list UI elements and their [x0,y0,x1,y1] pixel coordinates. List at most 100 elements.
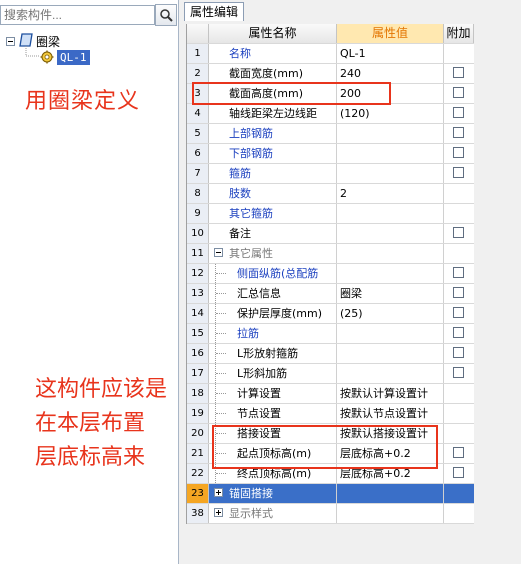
extra-cell [444,224,474,243]
extra-checkbox[interactable] [453,107,464,118]
table-row[interactable]: 14 保护层厚度(mm) (25) [187,304,474,324]
property-value[interactable] [337,344,444,363]
expand-icon[interactable] [214,488,223,497]
property-name: 锚固搭接 [209,484,337,503]
property-name: L形放射箍筋 [209,344,337,363]
property-name: 肢数 [209,184,337,203]
extra-checkbox[interactable] [453,467,464,478]
property-name: 下部钢筋 [209,144,337,163]
table-row[interactable]: 19 节点设置 按默认节点设置计 [187,404,474,424]
row-index: 11 [187,244,209,263]
beam-folder-icon [19,33,33,47]
extra-cell [444,264,474,283]
search-input[interactable] [0,5,155,25]
property-value[interactable] [337,124,444,143]
extra-checkbox[interactable] [453,67,464,78]
extra-checkbox[interactable] [453,147,464,158]
table-row[interactable]: 11 其它属性 [187,244,474,264]
annotation-note: 用圈梁定义 [25,89,141,114]
property-value[interactable] [337,364,444,383]
extra-checkbox[interactable] [453,167,464,178]
table-row[interactable]: 12 侧面纵筋(总配筋 [187,264,474,284]
property-value[interactable] [337,504,444,523]
table-row[interactable]: 18 计算设置 按默认计算设置计 [187,384,474,404]
property-value[interactable] [337,244,444,263]
property-name: 侧面纵筋(总配筋 [209,264,337,283]
property-value[interactable]: (25) [337,304,444,323]
row-index: 18 [187,384,209,403]
extra-checkbox[interactable] [453,327,464,338]
table-row[interactable]: 38 显示样式 [187,504,474,524]
table-row[interactable]: 8 肢数 2 [187,184,474,204]
extra-checkbox[interactable] [453,367,464,378]
tree-connector [215,344,228,363]
property-value[interactable] [337,164,444,183]
extra-checkbox[interactable] [453,227,464,238]
property-value[interactable]: 按默认计算设置计 [337,384,444,403]
extra-checkbox[interactable] [453,447,464,458]
property-value[interactable] [337,484,444,503]
property-value[interactable] [337,324,444,343]
extra-checkbox[interactable] [453,287,464,298]
property-name: 其它属性 [209,244,337,263]
row-index: 16 [187,344,209,363]
property-name: 名称 [209,44,337,63]
collapse-icon[interactable] [214,248,223,257]
property-name-text: 截面宽度(mm) [229,67,304,80]
property-name: 轴线距梁左边线距 [209,104,337,123]
table-row[interactable]: 2 截面宽度(mm) 240 [187,64,474,84]
extra-cell [444,324,474,343]
property-value[interactable] [337,264,444,283]
table-row[interactable]: 13 汇总信息 圈梁 [187,284,474,304]
table-row[interactable]: 23 锚固搭接 [187,484,474,504]
extra-cell [444,364,474,383]
table-row[interactable]: 10 备注 [187,224,474,244]
expand-icon[interactable] [214,508,223,517]
row-index: 2 [187,64,209,83]
tree-item-ql1[interactable]: QL-1 [57,50,90,65]
property-value[interactable] [337,224,444,243]
tree-connector [215,264,228,283]
extra-cell [444,164,474,183]
property-name: 拉筋 [209,324,337,343]
property-name-text: 其它箍筋 [229,207,273,220]
property-value[interactable]: 240 [337,64,444,83]
property-name-text: 其它属性 [229,247,273,260]
property-name-text: 上部钢筋 [229,127,273,140]
row-index: 12 [187,264,209,283]
property-value[interactable]: QL-1 [337,44,444,63]
table-row[interactable]: 9 其它箍筋 [187,204,474,224]
table-row[interactable]: 17 L形斜加筋 [187,364,474,384]
property-value[interactable] [337,204,444,223]
property-name: 其它箍筋 [209,204,337,223]
property-name: L形斜加筋 [209,364,337,383]
extra-checkbox[interactable] [453,307,464,318]
tree-collapse-toggle[interactable] [6,37,15,46]
component-gear-icon [40,50,54,64]
extra-checkbox[interactable] [453,267,464,278]
table-row[interactable]: 4 轴线距梁左边线距 (120) [187,104,474,124]
property-name-text: 名称 [229,47,251,60]
property-name-text: 拉筋 [237,327,259,340]
property-value[interactable]: (120) [337,104,444,123]
table-row[interactable]: 7 箍筋 [187,164,474,184]
extra-cell [444,504,474,523]
table-row[interactable]: 15 拉筋 [187,324,474,344]
table-row[interactable]: 16 L形放射箍筋 [187,344,474,364]
property-value[interactable]: 2 [337,184,444,203]
tab-property-edit[interactable]: 属性编辑 [184,2,244,21]
table-row[interactable]: 1 名称 QL-1 [187,44,474,64]
property-value[interactable]: 按默认节点设置计 [337,404,444,423]
table-row[interactable]: 6 下部钢筋 [187,144,474,164]
property-name: 计算设置 [209,384,337,403]
header-name: 属性名称 [209,24,337,43]
annotation-note-block: 这构件应该是 在本层布置 层底标高来 [35,373,167,475]
table-row[interactable]: 5 上部钢筋 [187,124,474,144]
extra-checkbox[interactable] [453,347,464,358]
extra-cell [444,104,474,123]
search-button[interactable] [155,4,177,26]
property-value[interactable]: 圈梁 [337,284,444,303]
extra-checkbox[interactable] [453,127,464,138]
property-value[interactable] [337,144,444,163]
extra-checkbox[interactable] [453,87,464,98]
